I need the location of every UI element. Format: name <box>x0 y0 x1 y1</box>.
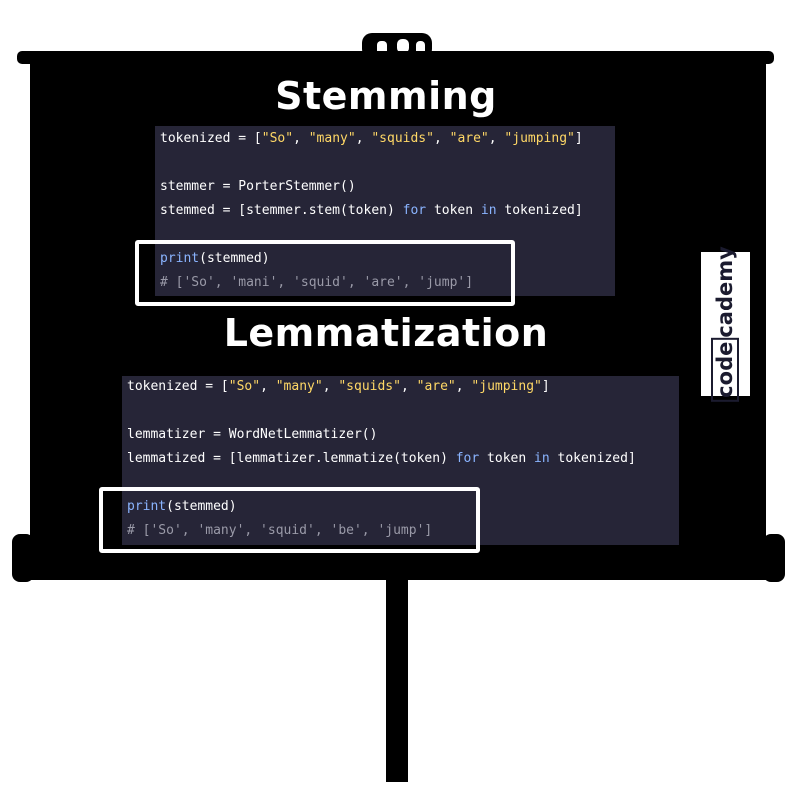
left-end-cap <box>12 534 34 582</box>
code-line: tokenized = ["So", "many", "squids", "ar… <box>127 379 550 394</box>
stand-pole <box>386 560 408 782</box>
lemmatization-output-highlight <box>99 487 480 553</box>
code-line: tokenized = ["So", "many", "squids", "ar… <box>160 131 583 146</box>
codecademy-logo: codecademy <box>701 246 750 402</box>
logo-text: codecademy <box>711 246 739 402</box>
code-line: stemmer = PorterStemmer() <box>160 179 356 194</box>
stemming-output-highlight <box>135 240 515 306</box>
right-end-cap <box>763 534 785 582</box>
stemming-title: Stemming <box>275 74 497 118</box>
code-line: lemmatized = [lemmatizer.lemmatize(token… <box>127 451 636 466</box>
code-line: stemmed = [stemmer.stem(token) for token… <box>160 203 583 218</box>
lemmatization-title: Lemmatization <box>223 311 549 355</box>
code-line: lemmatizer = WordNetLemmatizer() <box>127 427 378 442</box>
